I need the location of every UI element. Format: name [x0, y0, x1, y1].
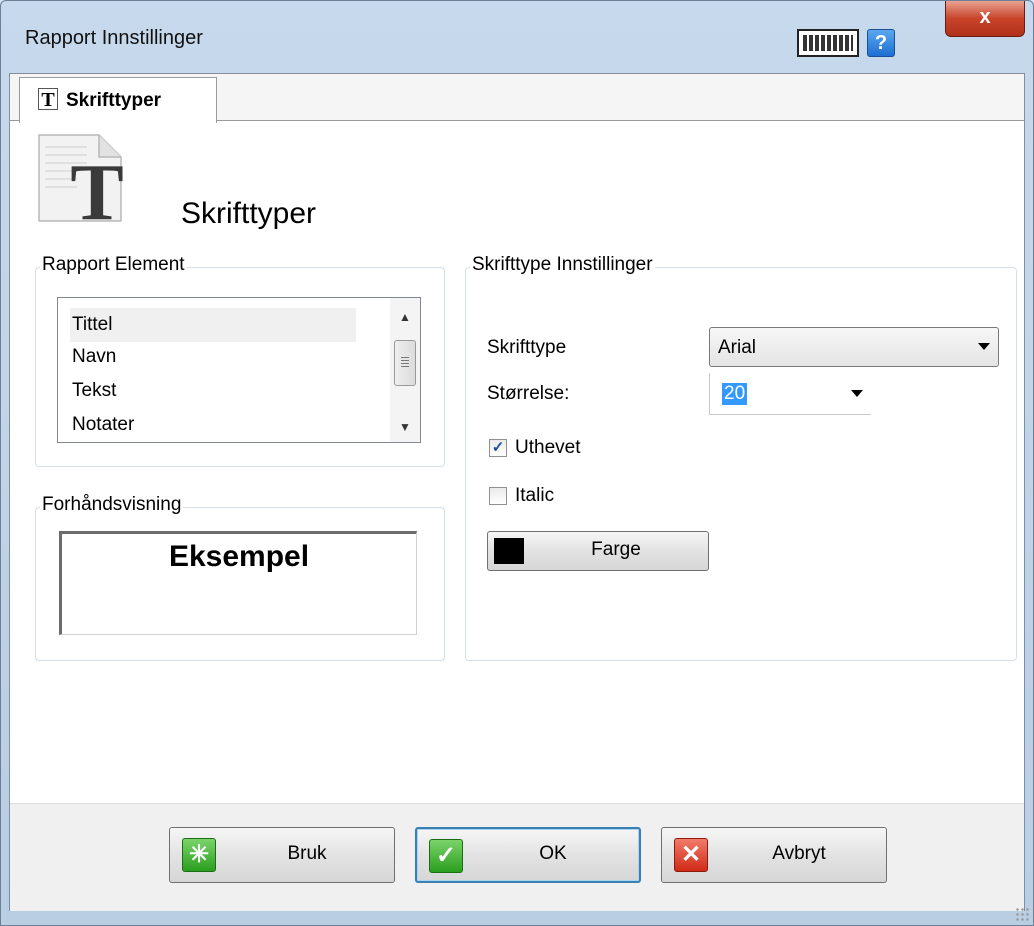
- preview-sample-text: Eksempel: [168, 540, 310, 573]
- chevron-down-icon: [978, 343, 990, 350]
- resize-grip-icon[interactable]: [1015, 907, 1029, 921]
- apply-button[interactable]: ✳ Bruk: [169, 827, 395, 883]
- cancel-button-label: Avbryt: [772, 843, 826, 864]
- ok-button-label: OK: [539, 843, 567, 864]
- size-label: Størrelse:: [487, 383, 570, 404]
- chevron-down-icon[interactable]: [851, 389, 863, 397]
- tab-skrifttyper[interactable]: T Skrifttyper: [19, 77, 217, 123]
- italic-checkbox[interactable]: [489, 487, 507, 505]
- apply-button-label: Bruk: [287, 843, 327, 864]
- preview-box: Eksempel: [59, 531, 417, 635]
- list-item-tekst[interactable]: Tekst: [70, 374, 356, 408]
- dialog-window: Rapport Innstillinger ? x T Skrifttyper …: [0, 0, 1034, 926]
- italic-label: Italic: [515, 485, 555, 506]
- size-combo[interactable]: 20: [709, 373, 871, 415]
- rapport-element-list[interactable]: Tittel Navn Tekst Notater ▲ ▼: [57, 297, 421, 443]
- font-icon: T: [38, 88, 58, 111]
- color-button[interactable]: Farge: [487, 531, 709, 571]
- page-title: Skrifttyper: [181, 197, 317, 230]
- window-title: Rapport Innstillinger: [25, 27, 203, 49]
- check-icon: ✓: [429, 839, 463, 873]
- tab-label: Skrifttyper: [66, 90, 162, 111]
- font-settings-label: Skrifttype Innstillinger: [470, 254, 655, 276]
- bold-label: Uthevet: [515, 437, 581, 458]
- cancel-button[interactable]: ✕ Avbryt: [661, 827, 887, 883]
- font-page-icon: T: [38, 134, 124, 223]
- scroll-down-icon[interactable]: ▼: [390, 414, 420, 440]
- font-select[interactable]: Arial: [709, 327, 999, 367]
- apply-icon: ✳: [182, 838, 216, 872]
- list-item-tittel[interactable]: Tittel: [70, 308, 356, 342]
- list-item-notater[interactable]: Notater: [70, 408, 356, 442]
- scroll-thumb[interactable]: [394, 340, 416, 386]
- help-icon[interactable]: ?: [867, 29, 895, 57]
- preview-label: Forhåndsvisning: [40, 494, 184, 516]
- font-select-value: Arial: [718, 337, 757, 358]
- scroll-up-icon[interactable]: ▲: [390, 304, 420, 330]
- title-bar[interactable]: Rapport Innstillinger ? x: [1, 1, 1034, 81]
- rapport-element-label: Rapport Element: [40, 254, 187, 276]
- close-button[interactable]: x: [945, 1, 1025, 37]
- color-button-label: Farge: [591, 539, 641, 560]
- list-item-navn[interactable]: Navn: [70, 340, 356, 374]
- ok-button[interactable]: ✓ OK: [415, 827, 641, 883]
- font-label: Skrifttype: [487, 337, 567, 358]
- bold-checkbox[interactable]: ✓: [489, 439, 507, 457]
- close-icon: ✕: [674, 838, 708, 872]
- size-value[interactable]: 20: [722, 383, 748, 405]
- color-swatch: [494, 538, 524, 564]
- svg-text:T: T: [70, 149, 123, 223]
- keyboard-icon[interactable]: [797, 29, 859, 57]
- list-scrollbar[interactable]: ▲ ▼: [390, 298, 420, 442]
